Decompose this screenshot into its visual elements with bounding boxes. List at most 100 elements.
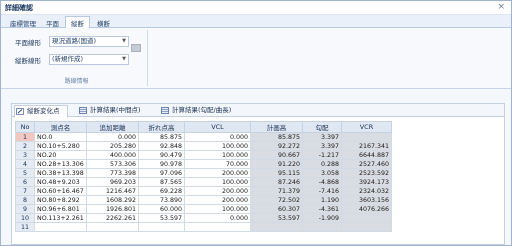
row-number-cell[interactable]: 2 xyxy=(15,141,35,151)
vcl-cell[interactable]: 100.000 xyxy=(184,177,251,187)
row-number-cell[interactable]: 10 xyxy=(15,213,35,223)
vcr-cell[interactable] xyxy=(341,132,392,142)
vcl-cell[interactable]: 200.000 xyxy=(184,195,251,205)
vcl-cell[interactable]: 70.000 xyxy=(184,159,251,169)
vcl-cell[interactable]: 0.000 xyxy=(184,132,251,142)
dist-cell[interactable] xyxy=(86,222,139,232)
elev-cell[interactable]: 97.096 xyxy=(138,168,185,178)
vcr-cell[interactable]: 4076.266 xyxy=(341,204,392,214)
grade-cell[interactable]: -4.361 xyxy=(302,204,342,214)
vcr-cell[interactable]: 3924.173 xyxy=(341,177,392,187)
vcr-cell[interactable]: 6644.887 xyxy=(341,150,392,160)
plan-cell[interactable]: 71.379 xyxy=(250,186,303,196)
elev-cell[interactable]: 85.875 xyxy=(138,132,185,142)
table-row[interactable]: 10 NO.113+2.261 2262.261 53.597 0.000 53.597-… xyxy=(15,213,392,223)
elev-cell[interactable]: 69.228 xyxy=(138,186,185,196)
dist-cell[interactable]: 2262.261 xyxy=(86,213,139,223)
elev-cell[interactable] xyxy=(138,222,185,232)
plan-cell[interactable]: 87.246 xyxy=(250,177,303,187)
plane-alignment-button[interactable] xyxy=(131,44,141,52)
station-name-cell[interactable]: NO.0 xyxy=(34,132,87,142)
station-name-cell[interactable]: NO.113+2.261 xyxy=(34,213,87,223)
plane-alignment-select[interactable]: 現況道路(国道) ▼ xyxy=(49,36,129,47)
plan-cell[interactable]: 60.307 xyxy=(250,204,303,214)
row-number-cell[interactable]: 6 xyxy=(15,177,35,187)
plan-cell[interactable]: 53.597 xyxy=(250,213,303,223)
vcl-cell[interactable]: 0.000 xyxy=(184,213,251,223)
elev-cell[interactable]: 90.479 xyxy=(138,150,185,160)
row-number-cell[interactable]: 4 xyxy=(15,159,35,169)
plan-cell[interactable]: 92.272 xyxy=(250,141,303,151)
col-header-station[interactable]: 測点名 xyxy=(34,121,87,133)
dist-cell[interactable]: 400.000 xyxy=(86,150,139,160)
col-header-plan-elev[interactable]: 計画高 xyxy=(250,121,303,133)
station-name-cell[interactable]: NO.96+6.801 xyxy=(34,204,87,214)
grade-cell[interactable]: -7.416 xyxy=(302,186,342,196)
dist-cell[interactable]: 1926.801 xyxy=(86,204,139,214)
grade-cell[interactable]: -4.868 xyxy=(302,177,342,187)
table-row[interactable]: 5 NO.38+13.398 773.398 97.096 200.000 95.115 3… xyxy=(15,168,392,178)
row-number-cell[interactable]: 1 xyxy=(15,132,35,142)
tab-plane[interactable]: 平面 xyxy=(41,17,64,28)
tab-coordinate-management[interactable]: 座標管理 xyxy=(5,17,41,28)
plan-cell[interactable]: 72.502 xyxy=(250,195,303,205)
dist-cell[interactable]: 1608.292 xyxy=(86,195,139,205)
close-icon[interactable]: × xyxy=(497,2,505,12)
dist-cell[interactable]: 0.000 xyxy=(86,132,139,142)
tab-calc-intermediate[interactable]: 計算結果(中間点) xyxy=(78,105,141,117)
vcr-cell[interactable]: 3603.156 xyxy=(341,195,392,205)
station-name-cell[interactable]: NO.28+13.306 xyxy=(34,159,87,169)
elev-cell[interactable]: 73.890 xyxy=(138,195,185,205)
tab-profile-change-points[interactable]: 縦断変化点 xyxy=(14,105,68,118)
vcr-cell[interactable] xyxy=(341,222,392,232)
col-header-break-elev[interactable]: 折れ点高 xyxy=(138,121,185,133)
dist-cell[interactable]: 1216.467 xyxy=(86,186,139,196)
table-row[interactable]: 8 NO.80+8.292 1608.292 73.890 200.000 72.502 1… xyxy=(15,195,392,205)
dist-cell[interactable]: 773.398 xyxy=(86,168,139,178)
grade-cell[interactable]: 3.058 xyxy=(302,168,342,178)
col-header-vcr[interactable]: VCR xyxy=(341,121,392,133)
table-row[interactable]: 11 xyxy=(15,222,392,232)
elev-cell[interactable]: 92.848 xyxy=(138,141,185,151)
vcl-cell[interactable]: 100.000 xyxy=(184,150,251,160)
elev-cell[interactable]: 60.000 xyxy=(138,204,185,214)
elev-cell[interactable]: 87.565 xyxy=(138,177,185,187)
vcl-cell[interactable]: 200.000 xyxy=(184,168,251,178)
plan-cell[interactable]: 90.667 xyxy=(250,150,303,160)
dist-cell[interactable]: 205.280 xyxy=(86,141,139,151)
grade-cell[interactable] xyxy=(302,222,342,232)
col-header-no[interactable]: No xyxy=(15,121,35,133)
table-row[interactable]: 3 NO.20 400.000 90.479 100.000 90.667 -1.217 66… xyxy=(15,150,392,160)
grade-cell[interactable]: 0.288 xyxy=(302,159,342,169)
station-name-cell[interactable]: NO.10+5.280 xyxy=(34,141,87,151)
row-number-cell[interactable]: 11 xyxy=(15,222,35,232)
grade-cell[interactable]: 3.397 xyxy=(302,141,342,151)
table-row[interactable]: 7 NO.60+16.467 1216.467 69.228 200.000 71.379… xyxy=(15,186,392,196)
vcl-cell[interactable] xyxy=(184,222,251,232)
grade-cell[interactable]: -1.217 xyxy=(302,150,342,160)
col-header-vcl[interactable]: VCL xyxy=(184,121,251,133)
vcr-cell[interactable]: 2167.341 xyxy=(341,141,392,151)
plan-cell[interactable] xyxy=(250,222,303,232)
vcr-cell[interactable]: 2324.032 xyxy=(341,186,392,196)
tab-cross-section[interactable]: 横断 xyxy=(92,17,115,28)
vcl-cell[interactable]: 200.000 xyxy=(184,186,251,196)
tab-calc-grade-curve[interactable]: 計算結果(勾配/曲長) xyxy=(160,105,231,117)
table-row[interactable]: 9 NO.96+6.801 1926.801 60.000 100.000 60.307-… xyxy=(15,204,392,214)
row-number-cell[interactable]: 5 xyxy=(15,168,35,178)
station-name-cell[interactable]: NO.80+8.292 xyxy=(34,195,87,205)
station-name-cell[interactable] xyxy=(34,222,87,232)
plan-cell[interactable]: 95.115 xyxy=(250,168,303,178)
table-row[interactable]: 4 NO.28+13.306 573.306 90.978 70.000 91.220 0.… xyxy=(15,159,392,169)
row-number-cell[interactable]: 8 xyxy=(15,195,35,205)
vcr-cell[interactable]: 2523.592 xyxy=(341,168,392,178)
table-row[interactable]: 2 NO.10+5.280 205.280 92.848 100.000 92.272 3.… xyxy=(15,141,392,151)
grade-cell[interactable]: -1.909 xyxy=(302,213,342,223)
table-row[interactable]: 6 NO.48+9.203 969.203 87.565 100.000 87.246 -4… xyxy=(15,177,392,187)
col-header-distance[interactable]: 追加距離 xyxy=(86,121,139,133)
vcl-cell[interactable]: 100.000 xyxy=(184,141,251,151)
col-header-grade[interactable]: 勾配 xyxy=(302,121,342,133)
elev-cell[interactable]: 90.978 xyxy=(138,159,185,169)
vcl-cell[interactable]: 100.000 xyxy=(184,204,251,214)
plan-cell[interactable]: 85.875 xyxy=(250,132,303,142)
